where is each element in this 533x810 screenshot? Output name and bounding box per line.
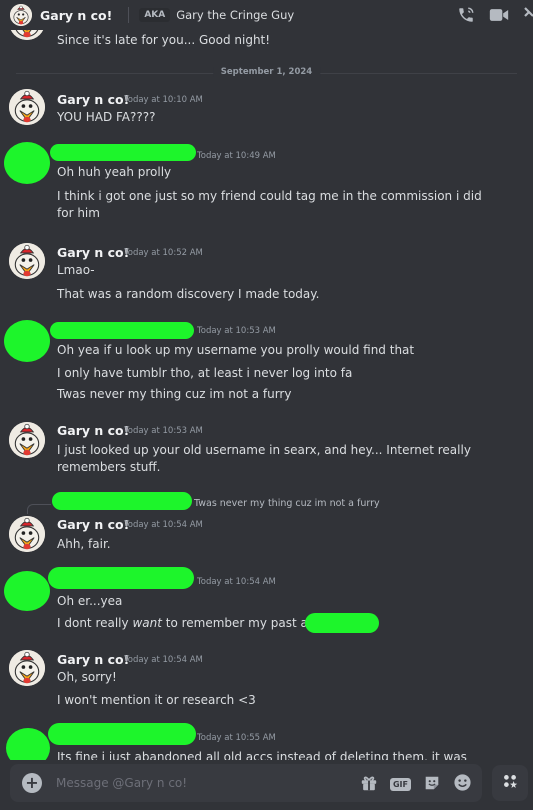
message-text: That was a random discovery I made today… <box>57 287 320 301</box>
message-timestamp: Today at 10:54 AM <box>124 655 203 665</box>
avatar[interactable] <box>9 422 45 458</box>
date-divider: September 1, 2024 <box>16 67 517 77</box>
message-timestamp: Today at 10:52 AM <box>124 248 203 258</box>
message-text: Lmao- <box>57 263 95 277</box>
plus-icon[interactable]: + <box>22 773 42 793</box>
redacted-author <box>48 723 196 745</box>
message-text-part: I dont really <box>57 616 133 630</box>
message-timestamp: Today at 10:53 AM <box>124 426 203 436</box>
message-text: Ahh, fair. <box>57 537 111 551</box>
avatar[interactable] <box>9 243 45 279</box>
header-alias: Gary the Cringe Guy <box>176 8 295 22</box>
message-text: Since it's late for you... Good night! <box>57 33 271 47</box>
message-timestamp: Today at 10:55 AM <box>197 733 276 743</box>
redacted-reply-author <box>52 492 192 510</box>
message-text: I just looked up your old username in se… <box>57 443 471 474</box>
message-author[interactable]: Gary n co! <box>57 245 129 260</box>
date-divider-label: September 1, 2024 <box>212 67 321 77</box>
pin-icon[interactable] <box>523 6 533 28</box>
chicken-avatar-icon <box>9 422 45 458</box>
reply-spine <box>27 504 51 514</box>
video-icon[interactable] <box>489 6 509 28</box>
message-author[interactable]: Gary n co! <box>57 652 129 667</box>
redacted-avatar <box>4 320 50 362</box>
redacted-author <box>50 322 194 339</box>
chicken-avatar-icon <box>9 516 45 552</box>
sticker-icon[interactable] <box>423 774 441 796</box>
apps-button[interactable] <box>492 765 528 801</box>
message-timestamp: Today at 10:53 AM <box>197 326 276 336</box>
message-timestamp: Today at 10:54 AM <box>124 520 203 530</box>
redacted-avatar <box>4 571 50 611</box>
gift-icon[interactable] <box>360 774 378 796</box>
chicken-avatar-icon <box>9 89 45 125</box>
message-text-emphasis: want <box>132 616 162 630</box>
message-list: Since it's late for you... Good night! S… <box>0 30 533 760</box>
message-input[interactable]: Message @Gary n co! <box>56 776 187 790</box>
reply-preview[interactable]: Twas never my thing cuz im not a furry <box>194 498 380 509</box>
chicken-avatar-icon <box>9 650 45 686</box>
composer-actions: GIF <box>360 773 472 796</box>
message-timestamp: Today at 10:54 AM <box>197 577 276 587</box>
chicken-avatar-icon <box>9 30 45 40</box>
header-avatar[interactable] <box>10 4 32 26</box>
redacted-author <box>50 144 196 161</box>
message-text: I think i got one just so my friend coul… <box>57 189 482 220</box>
redacted-author <box>48 567 194 589</box>
message-text: Oh huh yeah prolly <box>57 165 172 179</box>
header-actions <box>457 6 533 28</box>
message-text: YOU HAD FA???? <box>57 110 156 124</box>
message-text: I won't mention it or research <3 <box>57 693 256 707</box>
message-text: Oh yea if u look up my username you prol… <box>57 343 415 357</box>
chicken-avatar-icon <box>9 243 45 279</box>
message-composer[interactable]: + Message @Gary n co! GIF <box>10 764 482 802</box>
message-text-part: to remember my past as <box>161 616 315 630</box>
header-name: Gary n co! <box>40 7 113 23</box>
avatar[interactable] <box>9 89 45 125</box>
message-author[interactable]: Gary n co! <box>57 517 129 532</box>
message-author[interactable]: Gary n co! <box>57 92 129 107</box>
redacted-avatar <box>6 728 50 760</box>
aka-badge: AKA <box>139 8 171 22</box>
message-text: Oh, sorry! <box>57 670 117 684</box>
redacted-avatar <box>4 142 50 184</box>
message-text: I dont really want to remember my past a… <box>57 615 314 632</box>
message-text: Twas never my thing cuz im not a furry <box>57 387 292 401</box>
message-text: I only have tumblr tho, at least i never… <box>57 366 353 380</box>
call-icon[interactable] <box>457 6 475 28</box>
avatar[interactable] <box>9 516 45 552</box>
composer-area: + Message @Gary n co! GIF <box>0 760 533 810</box>
apps-icon <box>501 772 519 794</box>
gif-icon[interactable]: GIF <box>389 778 411 791</box>
redacted-text <box>305 613 379 633</box>
message-author[interactable]: Gary n co! <box>57 423 129 438</box>
header-separator <box>128 7 130 23</box>
chicken-avatar-icon <box>10 4 32 26</box>
avatar[interactable] <box>9 30 45 40</box>
message-text: Its fine i just abandoned all old accs i… <box>57 750 467 760</box>
channel-header: Gary n co! AKA Gary the Cringe Guy <box>0 0 533 30</box>
message-timestamp: Today at 10:10 AM <box>124 95 203 105</box>
emoji-icon[interactable] <box>453 773 472 796</box>
avatar[interactable] <box>9 650 45 686</box>
message-text: Oh er...yea <box>57 594 123 608</box>
message-timestamp: Today at 10:49 AM <box>197 151 276 161</box>
